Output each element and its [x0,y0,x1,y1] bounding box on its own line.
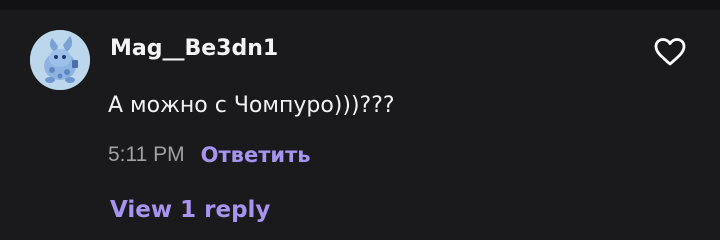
mascot-avatar-icon [30,30,90,90]
comment-text: А можно с Чомпуро)))??? [108,93,395,118]
comment-meta-row: 5:11 PM Ответить [108,139,311,171]
username[interactable]: Mag__Be3dn1 [110,34,278,64]
top-divider [0,0,720,10]
comment-panel: Mag__Be3dn1 А можно с Чомпуро)))??? 5:11… [0,0,720,240]
timestamp: 5:11 PM [108,143,185,166]
like-button[interactable] [652,34,688,70]
view-replies-link[interactable]: View 1 reply [110,194,270,226]
reply-button[interactable]: Ответить [201,143,311,167]
heart-outline-icon [654,38,686,66]
avatar[interactable] [30,30,90,90]
